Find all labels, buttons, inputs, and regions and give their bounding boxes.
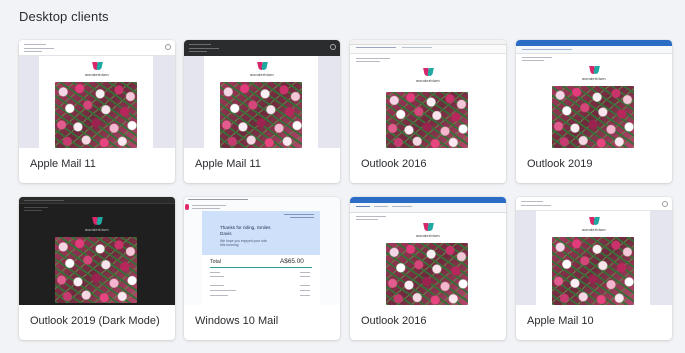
wonderblum-logo-icon — [93, 217, 102, 225]
preview-thumbnail: wonderblum — [350, 40, 506, 148]
client-label: Outlook 2016 — [361, 315, 427, 327]
total-value: A$65.00 — [280, 258, 304, 265]
client-card-outlook-2019-dark[interactable]: wonderblum Outlook 2019 (Dark Mode) — [19, 197, 175, 340]
flowers-photo — [386, 92, 468, 148]
brand-name: wonderblum — [582, 227, 606, 232]
brand-name: wonderblum — [85, 227, 109, 232]
brand-name: wonderblum — [416, 78, 440, 83]
brand-name: wonderblum — [416, 233, 440, 238]
flowers-photo — [552, 86, 634, 148]
client-label: Apple Mail 11 — [195, 158, 261, 170]
client-card-apple-mail-11-light[interactable]: wonderblum Apple Mail 11 — [19, 40, 175, 183]
preview-thumbnail: wonderblum — [516, 40, 672, 148]
wonderblum-logo-icon — [424, 223, 433, 231]
flowers-photo — [386, 243, 468, 305]
client-label: Windows 10 Mail — [195, 315, 279, 327]
client-card-windows-10-mail[interactable]: Thanks for riding, Smiles Davis We hope … — [184, 197, 340, 340]
unread-indicator-icon — [185, 204, 189, 210]
preview-thumbnail: wonderblum — [184, 40, 340, 148]
flowers-photo — [220, 82, 302, 148]
wonderblum-logo-icon — [590, 66, 599, 74]
client-label: Apple Mail 10 — [527, 315, 594, 327]
brand-name: wonderblum — [250, 72, 274, 77]
preview-thumbnail: wonderblum — [19, 40, 175, 148]
client-card-apple-mail-11-dark[interactable]: wonderblum Apple Mail 11 — [184, 40, 340, 183]
flowers-photo — [552, 237, 634, 305]
section-title: Desktop clients — [19, 9, 109, 24]
client-card-outlook-2019[interactable]: wonderblum Outlook 2019 — [516, 40, 672, 183]
preview-thumbnail: wonderblum — [350, 197, 506, 305]
menu-icon — [165, 44, 171, 50]
brand-name: wonderblum — [85, 72, 109, 77]
wonderblum-logo-icon — [590, 217, 599, 225]
total-label: Total — [210, 259, 221, 265]
client-label: Outlook 2019 — [527, 158, 593, 170]
client-label: Outlook 2016 — [361, 158, 427, 170]
email-heading: Thanks for riding, Smiles Davis — [220, 225, 271, 236]
wonderblum-logo-icon — [424, 68, 433, 76]
flowers-photo — [55, 237, 137, 303]
client-card-apple-mail-10[interactable]: wonderblum Apple Mail 10 — [516, 197, 672, 340]
client-card-outlook-2016-blue[interactable]: wonderblum Outlook 2016 — [350, 197, 506, 340]
wonderblum-logo-icon — [258, 62, 267, 70]
preview-thumbnail: wonderblum — [19, 197, 175, 305]
flowers-photo — [55, 82, 137, 148]
email-subtext: We hope you enjoyed your ride this morni… — [220, 239, 267, 248]
client-label: Apple Mail 11 — [30, 158, 96, 170]
brand-name: wonderblum — [582, 76, 606, 81]
client-card-outlook-2016[interactable]: wonderblum Outlook 2016 — [350, 40, 506, 183]
client-label: Outlook 2019 (Dark Mode) — [30, 315, 160, 327]
wonderblum-logo-icon — [93, 62, 102, 70]
client-grid: wonderblum Apple Mail 11 wonderblum Appl… — [19, 40, 672, 342]
menu-icon — [662, 201, 668, 207]
preview-thumbnail: Thanks for riding, Smiles Davis We hope … — [184, 197, 340, 305]
menu-icon — [330, 44, 336, 50]
preview-thumbnail: wonderblum — [516, 197, 672, 305]
